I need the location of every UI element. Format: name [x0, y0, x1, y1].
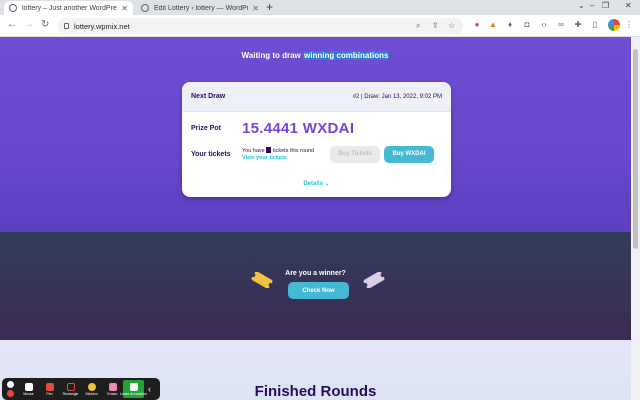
menu-icon[interactable]: ⋮	[624, 20, 634, 30]
leave-icon	[129, 382, 138, 391]
tickets-suffix: tickets this round	[272, 147, 315, 154]
tab-title: lottery – Just another WordPress	[22, 4, 118, 12]
camera-icon[interactable]: ◘	[522, 20, 532, 30]
tool-pen[interactable]: Pen	[39, 382, 60, 396]
chevron-down-icon[interactable]: ⌄	[578, 1, 585, 10]
puzzle-icon[interactable]: ✚	[573, 20, 583, 30]
sticker-icon	[87, 382, 96, 391]
profile-avatar[interactable]	[608, 19, 620, 31]
your-tickets-label: Your tickets	[191, 150, 231, 158]
toolbar-handle[interactable]	[5, 381, 15, 397]
tool-label: Leave Annotation	[119, 391, 148, 396]
share-icon[interactable]: ⇪	[432, 21, 439, 30]
browser-toolbar: ← → ↻ lottery.wpmix.net ⌕ ⇪ ☆ ● ▲ ♦ ◘ ‹›…	[0, 15, 640, 37]
page-viewport: Waiting to draw winning combinations Nex…	[0, 37, 631, 400]
winner-title: Are you a winner?	[285, 270, 346, 277]
new-tab-button[interactable]: +	[266, 1, 273, 13]
draw-info: #2 | Draw: Jan 13, 2022, 9:02 PM	[352, 93, 442, 100]
buy-tickets-button[interactable]: Buy Tickets	[330, 145, 380, 163]
lottery-hero: Waiting to draw winning combinations Nex…	[0, 37, 631, 232]
card-header: Next Draw #2 | Draw: Jan 13, 2022, 9:02 …	[182, 82, 451, 112]
extension-icon[interactable]: ●	[472, 20, 482, 30]
browser-tab-strip: lottery – Just another WordPress ✕ Edit …	[0, 0, 640, 15]
restore-icon[interactable]: ❐	[602, 1, 609, 10]
tickets-info: You have tickets this round View your ti…	[242, 146, 330, 162]
tab-title: Edit Lottery ‹ lottery — WordPress	[154, 4, 249, 12]
ticket-purple-icon	[363, 272, 385, 288]
tab-lottery[interactable]: lottery – Just another WordPress ✕	[4, 1, 133, 15]
sidebar-icon[interactable]: ▯	[590, 20, 600, 30]
link-icon[interactable]: ∞	[556, 20, 566, 30]
waiting-prefix: Waiting to draw	[241, 51, 301, 60]
settings-icon[interactable]	[6, 381, 14, 388]
reload-icon[interactable]: ↻	[41, 19, 49, 31]
wordpress-icon	[141, 4, 149, 12]
details-toggle[interactable]: Details ⌄	[182, 180, 451, 187]
eraser-icon	[108, 382, 117, 391]
pen-icon	[45, 382, 54, 391]
bookmark-star-icon[interactable]: ☆	[448, 21, 455, 30]
forward-icon[interactable]: →	[24, 19, 34, 31]
cursor-icon	[24, 382, 33, 391]
tool-label: Mouse	[23, 391, 34, 396]
scrollbar-thumb[interactable]	[633, 49, 638, 249]
next-draw-card: Next Draw #2 | Draw: Jan 13, 2022, 9:02 …	[182, 82, 451, 197]
search-icon[interactable]: ⌕	[416, 21, 420, 31]
code-icon[interactable]: ‹›	[539, 20, 549, 30]
address-bar[interactable]: lottery.wpmix.net ⌕ ⇪ ☆	[58, 18, 463, 34]
waiting-message: Waiting to draw winning combinations	[0, 51, 631, 60]
close-tab-icon[interactable]: ✕	[121, 4, 128, 13]
view-tickets-link[interactable]: View your tickets	[242, 155, 287, 161]
lock-icon	[64, 23, 69, 29]
tool-leave-annotation[interactable]: Leave Annotation	[119, 380, 148, 398]
record-icon[interactable]	[6, 390, 14, 397]
next-draw-label: Next Draw	[191, 93, 226, 100]
tool-mouse[interactable]: Mouse	[18, 382, 39, 396]
scrollbar[interactable]	[631, 37, 640, 400]
check-now-button[interactable]: Check Now	[288, 282, 349, 299]
tool-rectangle[interactable]: Rectangle	[60, 382, 81, 396]
buy-wxdai-button[interactable]: Buy WXDAI	[384, 145, 434, 163]
minimize-icon[interactable]: –	[590, 1, 594, 10]
rectangle-icon	[66, 382, 75, 391]
waiting-highlight: winning combinations	[303, 51, 390, 60]
pin-icon[interactable]: ♦	[505, 20, 515, 30]
tool-label: Eraser	[107, 391, 118, 396]
close-tab-icon[interactable]: ✕	[252, 4, 259, 13]
url-text: lottery.wpmix.net	[74, 21, 130, 31]
tool-label: Stickers	[85, 391, 98, 396]
metamask-icon[interactable]: ▲	[488, 20, 498, 30]
collapse-chevron-icon[interactable]: ‹	[148, 384, 151, 394]
wordpress-icon	[9, 4, 17, 12]
prize-pot-row: Prize Pot 15.4441 WXDAI	[191, 120, 354, 137]
back-icon[interactable]: ←	[7, 19, 17, 31]
close-window-icon[interactable]: ✕	[625, 1, 632, 10]
prize-pot-value: 15.4441 WXDAI	[242, 120, 355, 137]
your-tickets-row: Your tickets You have tickets this round…	[191, 145, 443, 163]
ticket-count-redacted	[266, 146, 272, 153]
tool-label: Rectangle	[62, 391, 79, 396]
tab-edit-lottery[interactable]: Edit Lottery ‹ lottery — WordPress ✕	[136, 1, 264, 15]
tool-stickers[interactable]: Stickers	[81, 382, 102, 396]
winner-section: Are you a winner? Check Now	[0, 232, 631, 340]
prize-pot-label: Prize Pot	[191, 125, 221, 132]
tool-label: Pen	[46, 391, 53, 396]
annotation-toolbar: Mouse Pen Rectangle Stickers Eraser Leav…	[2, 378, 160, 400]
tickets-prefix: You have	[242, 147, 265, 154]
